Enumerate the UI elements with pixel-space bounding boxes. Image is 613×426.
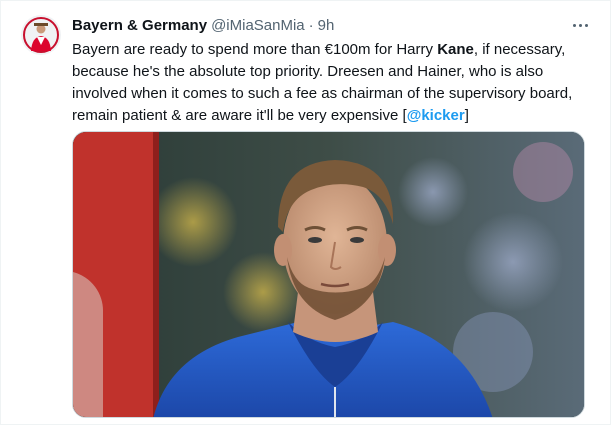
tweet-card[interactable]: Bayern & Germany @iMiaSanMia · 9h Bayern… <box>0 0 611 425</box>
more-options-button[interactable] <box>568 15 592 35</box>
avatar[interactable] <box>21 15 61 55</box>
avatar-image <box>21 15 61 55</box>
tweet-text-bold: Kane <box>437 41 474 58</box>
author-handle[interactable]: @iMiaSanMia <box>211 17 305 34</box>
mention-link[interactable]: @kicker <box>407 107 465 124</box>
author-name[interactable]: Bayern & Germany <box>72 17 207 34</box>
tweet-text-part-1: Bayern are ready to spend more than €100… <box>72 41 438 58</box>
tweet-media-image[interactable] <box>72 131 585 418</box>
tweet-header: Bayern & Germany @iMiaSanMia · 9h <box>72 15 334 35</box>
tweet-text: Bayern are ready to spend more than €100… <box>72 39 592 127</box>
player-photo <box>73 132 584 417</box>
tweet-text-part-3: ] <box>464 107 469 124</box>
more-horizontal-icon <box>571 23 589 27</box>
tweet-timestamp[interactable]: 9h <box>318 17 335 34</box>
separator-dot: · <box>308 16 314 34</box>
